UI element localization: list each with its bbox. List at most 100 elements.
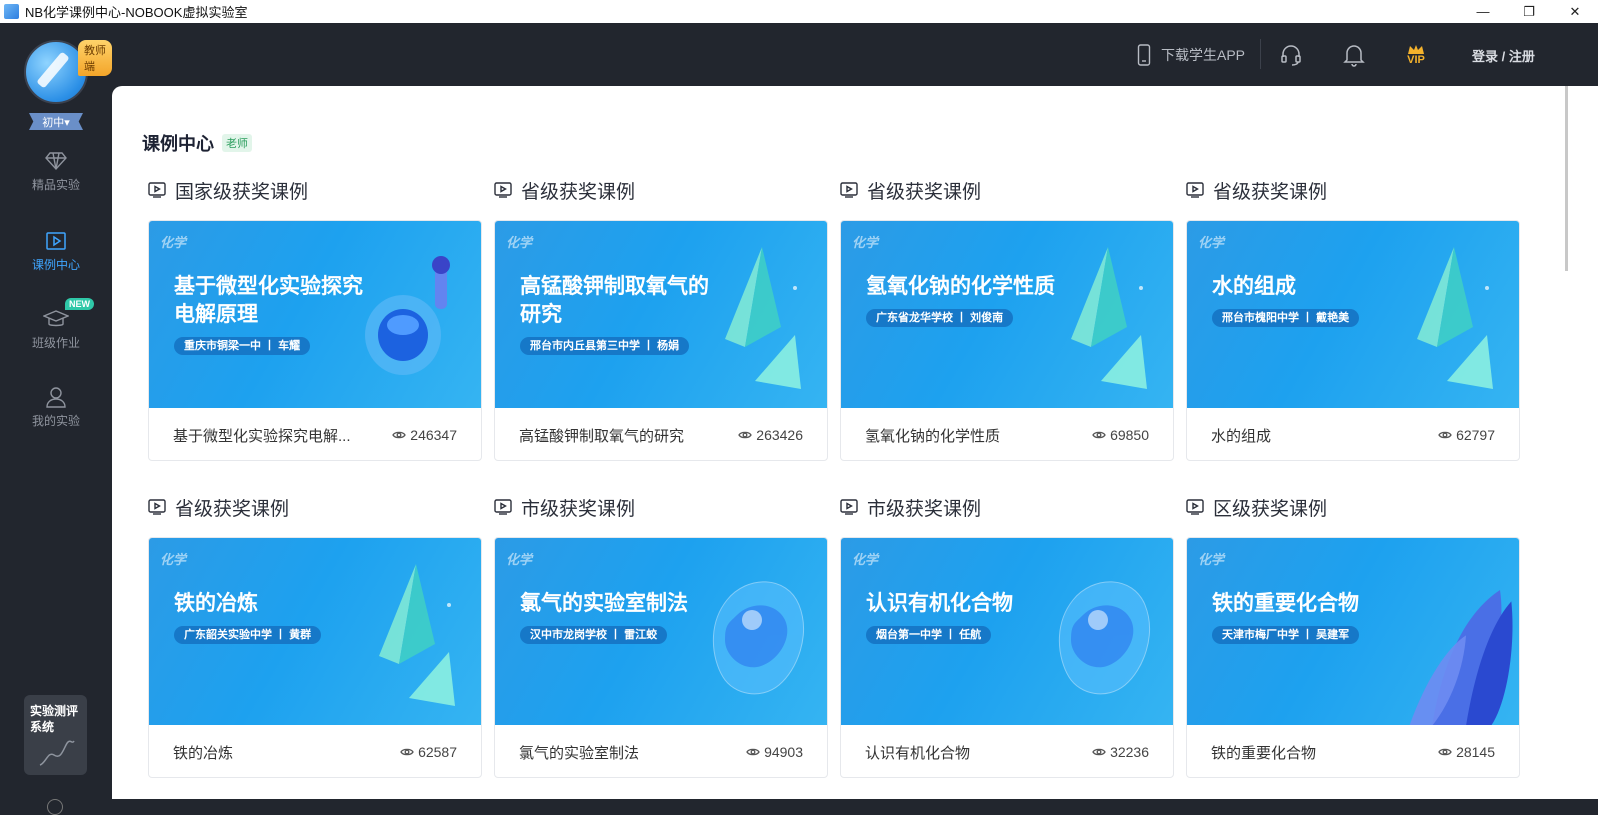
eye-icon	[400, 748, 414, 756]
banner-title: 铁的冶炼 广东韶关实验中学 丨 黄群	[174, 590, 369, 646]
card-footer: 基于微型化实验探究电解... 246347	[149, 408, 481, 460]
role-tag: 老师	[222, 134, 252, 152]
card-category-header: 省级获奖课例	[840, 176, 981, 204]
lesson-name[interactable]: 基于微型化实验探究电解...	[173, 425, 392, 446]
view-count: 62797	[1438, 427, 1495, 443]
card-category-header: 市级获奖课例	[840, 493, 981, 521]
banner-title-text: 基于微型化实验探究电解原理	[174, 275, 363, 326]
subject-watermark: 化学	[1198, 552, 1225, 567]
card-banner[interactable]: 化学 铁的冶炼 广东韶关实验中学 丨 黄群	[149, 538, 481, 725]
view-count-value: 62797	[1456, 427, 1495, 443]
card-banner[interactable]: 化学 认识有机化合物 烟台第一中学 丨 任航	[841, 538, 1173, 725]
grade-selector[interactable]: 初中▾	[29, 113, 83, 130]
app-icon	[4, 4, 19, 19]
eye-icon	[1092, 748, 1106, 756]
card-banner[interactable]: 化学 氢氧化钠的化学性质 广东省龙华学校 丨 刘俊南	[841, 221, 1173, 408]
headset-icon	[1281, 45, 1301, 66]
card-footer: 认识有机化合物 32236	[841, 725, 1173, 777]
card-banner[interactable]: 化学 基于微型化实验探究电解原理 重庆市铜梁一中 丨 车耀	[149, 221, 481, 408]
subject-watermark: 化学	[1198, 235, 1225, 250]
lesson-card[interactable]: 化学 铁的冶炼 广东韶关实验中学 丨 黄群 铁的冶炼 62587	[148, 537, 482, 778]
lesson-name[interactable]: 水的组成	[1211, 425, 1438, 446]
view-count: 69850	[1092, 427, 1149, 443]
card-category-label: 省级获奖课例	[521, 181, 636, 203]
school-teacher-pill: 广东省龙华学校 丨 刘俊南	[866, 309, 1014, 327]
vip-crown-icon: VIP	[1407, 44, 1425, 66]
card-category-label: 市级获奖课例	[521, 498, 636, 520]
download-app-button[interactable]: 下载学生APP	[1137, 43, 1245, 67]
card-category-header: 省级获奖课例	[1186, 176, 1327, 204]
phone-icon	[1137, 44, 1151, 66]
lesson-card[interactable]: 化学 基于微型化实验探究电解原理 重庆市铜梁一中 丨 车耀 基于微型化实验探究电解..…	[148, 220, 482, 461]
page-title-text: 课例中心	[142, 134, 214, 154]
lesson-card[interactable]: 化学 铁的重要化合物 天津市梅厂中学 丨 吴建军铁的重要化合物 28145	[1186, 537, 1520, 778]
sidebar-item-lessons[interactable]: 课例中心	[0, 229, 112, 289]
view-count-value: 69850	[1110, 427, 1149, 443]
login-register-button[interactable]: 登录 / 注册	[1472, 43, 1535, 67]
view-count-value: 263426	[756, 427, 803, 443]
card-footer: 氯气的实验室制法 94903	[495, 725, 827, 777]
card-category-label: 省级获奖课例	[867, 181, 982, 203]
lesson-card[interactable]: 化学 高锰酸钾制取氧气的研究 邢台市内丘县第三中学 丨 杨娟高锰酸钾制取氧气的研究 2…	[494, 220, 828, 461]
diamond-icon	[43, 149, 69, 173]
eye-icon	[746, 748, 760, 756]
sidebar: 教师端 初中▾ 精品实验 课例中心 NEW 班级作业 我的实验 实验测评系统	[0, 23, 112, 815]
lesson-name[interactable]: 氯气的实验室制法	[519, 742, 746, 763]
banner-title-text: 氯气的实验室制法	[520, 592, 688, 615]
topbar-divider	[1260, 39, 1261, 69]
close-button[interactable]: ✕	[1552, 0, 1598, 23]
lesson-card[interactable]: 化学 水的组成 邢台市槐阳中学 丨 戴艳美水的组成 62797	[1186, 220, 1520, 461]
view-count-value: 28145	[1456, 744, 1495, 760]
window-title: NB化学课例中心-NOBOOK虚拟实验室	[25, 5, 248, 20]
card-category-header: 市级获奖课例	[494, 493, 635, 521]
banner-title: 氯气的实验室制法汉中市龙岗学校 丨 雷江蛟	[520, 590, 715, 646]
vip-button[interactable]: VIP	[1407, 43, 1425, 67]
view-count: 62587	[400, 744, 457, 760]
vip-label: VIP	[1407, 53, 1425, 66]
sidebar-item-homework[interactable]: NEW 班级作业	[0, 298, 112, 367]
lesson-card[interactable]: 化学 氢氧化钠的化学性质 广东省龙华学校 丨 刘俊南氢氧化钠的化学性质 69850	[840, 220, 1174, 461]
card-banner[interactable]: 化学 水的组成 邢台市槐阳中学 丨 戴艳美	[1187, 221, 1519, 408]
card-banner[interactable]: 化学 高锰酸钾制取氧气的研究 邢台市内丘县第三中学 丨 杨娟	[495, 221, 827, 408]
customer-service-button[interactable]	[1280, 43, 1302, 67]
view-count: 28145	[1438, 744, 1495, 760]
view-count: 246347	[392, 427, 457, 443]
banner-title: 高锰酸钾制取氧气的研究 邢台市内丘县第三中学 丨 杨娟	[520, 273, 715, 357]
help-icon[interactable]	[47, 799, 63, 815]
teacher-badge: 教师端	[78, 40, 112, 76]
card-footer: 铁的冶炼 62587	[149, 725, 481, 777]
sidebar-item-my-experiments[interactable]: 我的实验	[0, 385, 112, 445]
window-titlebar: NB化学课例中心-NOBOOK虚拟实验室 — ❐ ✕	[0, 0, 1598, 23]
sidebar-item-featured[interactable]: 精品实验	[0, 149, 112, 209]
lesson-card[interactable]: 化学 氯气的实验室制法 汉中市龙岗学校 丨 雷江蛟 氯气的实验室制法 94903	[494, 537, 828, 778]
lesson-name[interactable]: 铁的重要化合物	[1211, 742, 1438, 763]
banner-title-text: 铁的冶炼	[174, 592, 258, 615]
school-teacher-pill: 汉中市龙岗学校 丨 雷江蛟	[520, 626, 668, 644]
graduation-cap-icon	[43, 307, 69, 331]
card-banner[interactable]: 化学 铁的重要化合物 天津市梅厂中学 丨 吴建军	[1187, 538, 1519, 725]
notification-button[interactable]	[1343, 43, 1365, 67]
lesson-name[interactable]: 认识有机化合物	[865, 742, 1092, 763]
minimize-button[interactable]: —	[1460, 0, 1506, 23]
download-app-label: 下载学生APP	[1161, 47, 1246, 63]
lesson-name[interactable]: 高锰酸钾制取氧气的研究	[519, 425, 738, 446]
view-count: 263426	[738, 427, 803, 443]
lesson-name[interactable]: 铁的冶炼	[173, 742, 400, 763]
maximize-button[interactable]: ❐	[1506, 0, 1552, 23]
banner-title-text: 认识有机化合物	[866, 592, 1013, 615]
lesson-card[interactable]: 化学 认识有机化合物 烟台第一中学 丨 任航 认识有机化合物 32236	[840, 537, 1174, 778]
scrollbar[interactable]	[1565, 86, 1568, 271]
play-square-icon	[148, 499, 166, 515]
card-category-header: 区级获奖课例	[1186, 493, 1327, 521]
card-footer: 铁的重要化合物 28145	[1187, 725, 1519, 777]
card-banner[interactable]: 化学 氯气的实验室制法 汉中市龙岗学校 丨 雷江蛟	[495, 538, 827, 725]
play-square-icon	[840, 499, 858, 515]
banner-title: 氢氧化钠的化学性质 广东省龙华学校 丨 刘俊南	[866, 273, 1061, 329]
lesson-name[interactable]: 氢氧化钠的化学性质	[865, 425, 1092, 446]
banner-title: 基于微型化实验探究电解原理 重庆市铜梁一中 丨 车耀	[174, 273, 369, 357]
eval-system-button[interactable]: 实验测评系统	[24, 695, 87, 775]
card-category-label: 国家级获奖课例	[175, 181, 309, 203]
topbar: 下载学生APP VIP 登录 / 注册	[112, 23, 1598, 86]
view-count-value: 246347	[410, 427, 457, 443]
play-square-icon	[1186, 499, 1204, 515]
